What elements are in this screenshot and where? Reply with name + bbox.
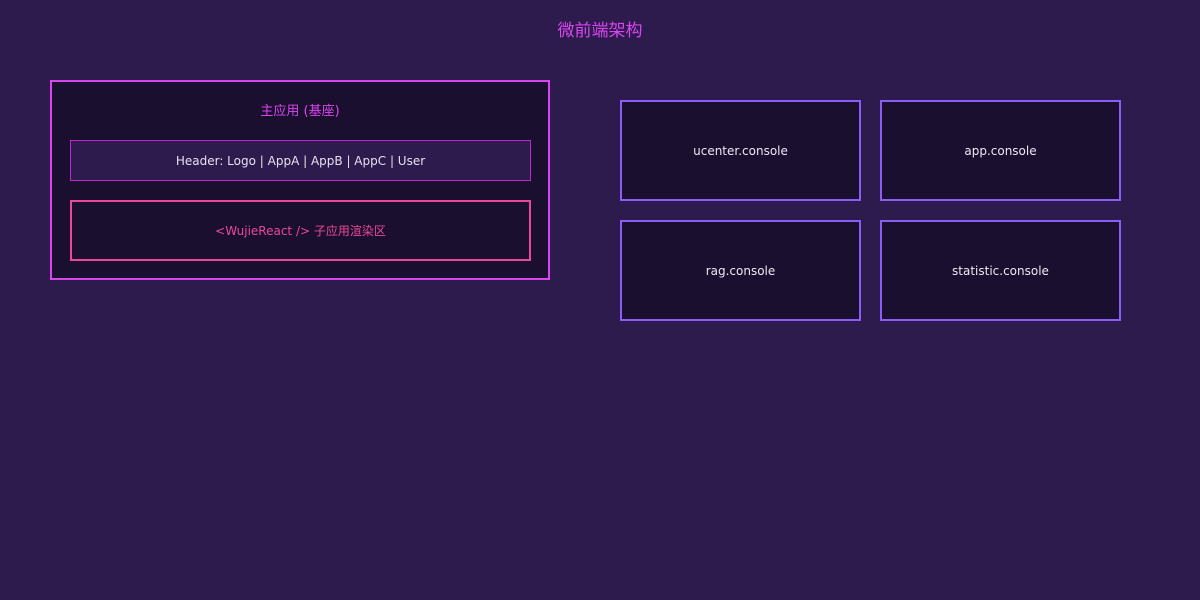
host-app-title: 主应用 (基座) (260, 104, 340, 119)
host-app-header-bar: Header: Logo | AppA | AppB | AppC | User (70, 140, 531, 181)
sub-app-label: ucenter.console (693, 143, 788, 158)
sub-app-label: rag.console (705, 263, 776, 278)
sub-app-render-area: <WujieReact /> 子应用渲染区 (70, 200, 531, 261)
sub-app-app-console: app.console (880, 100, 1121, 201)
sub-app-statistic-console: statistic.console (880, 220, 1121, 321)
host-app-box: 主应用 (基座) Header: Logo | AppA | AppB | Ap… (50, 80, 550, 280)
sub-app-label: app.console (964, 143, 1037, 158)
host-app-header-label: Header: Logo | AppA | AppB | AppC | User (175, 153, 426, 168)
sub-app-label: statistic.console (952, 263, 1049, 278)
sub-app-ucenter-console: ucenter.console (620, 100, 861, 201)
sub-app-rag-console: rag.console (620, 220, 861, 321)
render-area-label: <WujieReact /> 子应用渲染区 (215, 224, 386, 238)
diagram-title: 微前端架构 (557, 21, 643, 41)
